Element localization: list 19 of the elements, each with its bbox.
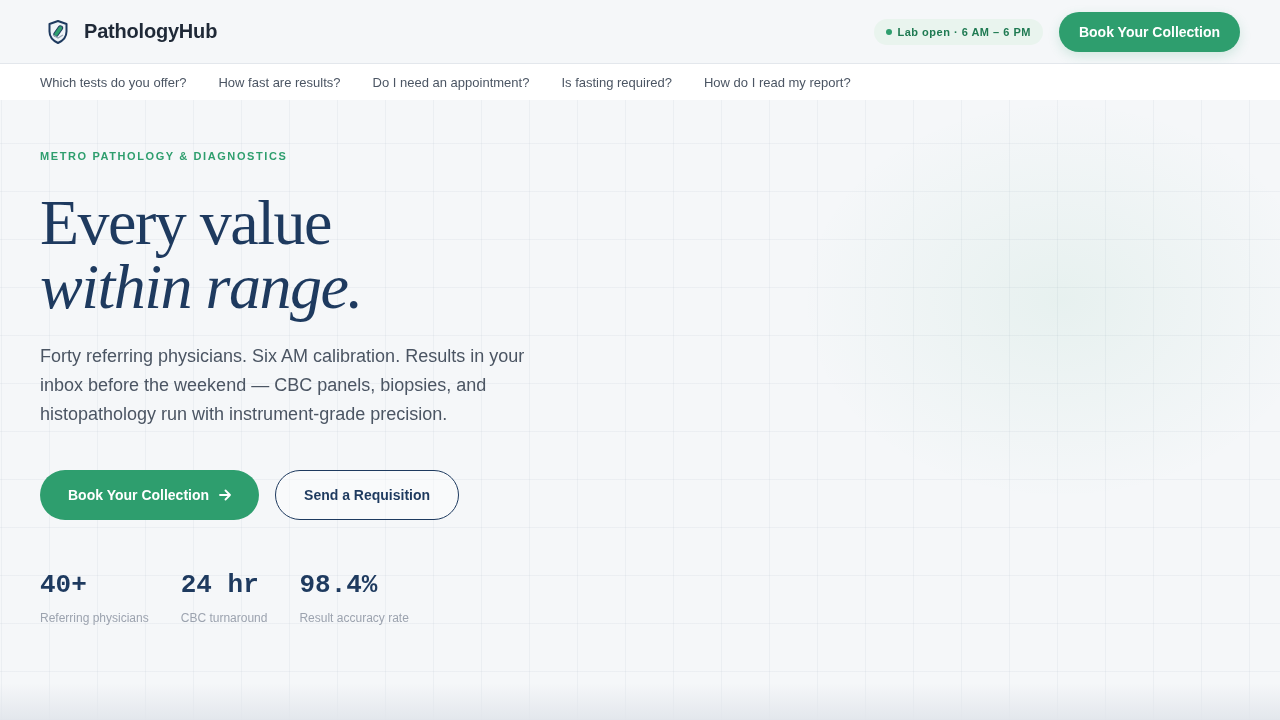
eyebrow-text: METRO PATHOLOGY & DIAGNOSTICS bbox=[40, 149, 288, 164]
stat-label: CBC turnaround bbox=[180, 610, 268, 626]
stat-label: Result accuracy rate bbox=[299, 610, 409, 626]
status-dot-icon bbox=[885, 28, 892, 35]
brand-name[interactable]: PathologyHub bbox=[84, 20, 218, 43]
faq-link[interactable]: How do I read my report? bbox=[704, 74, 851, 90]
stat-label: Referring physicians bbox=[40, 610, 149, 626]
faq-link[interactable]: Do I need an appointment? bbox=[372, 74, 530, 90]
faq-link[interactable]: Is fasting required? bbox=[561, 74, 672, 90]
stat-value: 24 hr bbox=[180, 569, 259, 601]
stat-value: 40+ bbox=[40, 569, 87, 601]
status-text: Lab open · 6 AM – 6 PM bbox=[897, 25, 1031, 38]
shield-icon bbox=[48, 19, 68, 44]
stat-value: 98.4% bbox=[299, 569, 378, 601]
requisition-button[interactable]: Send a Requisition bbox=[275, 470, 460, 520]
faq-link[interactable]: Which tests do you offer? bbox=[40, 74, 187, 90]
arrow-right-icon bbox=[219, 489, 232, 501]
intro-paragraph: Forty referring physicians. Six AM calibration. Results in your inbox before the weekend — CBC panels, biopsies, and histopathology run with instrument-grade precision. bbox=[40, 345, 526, 426]
faq-link[interactable]: How fast are results? bbox=[218, 74, 341, 90]
